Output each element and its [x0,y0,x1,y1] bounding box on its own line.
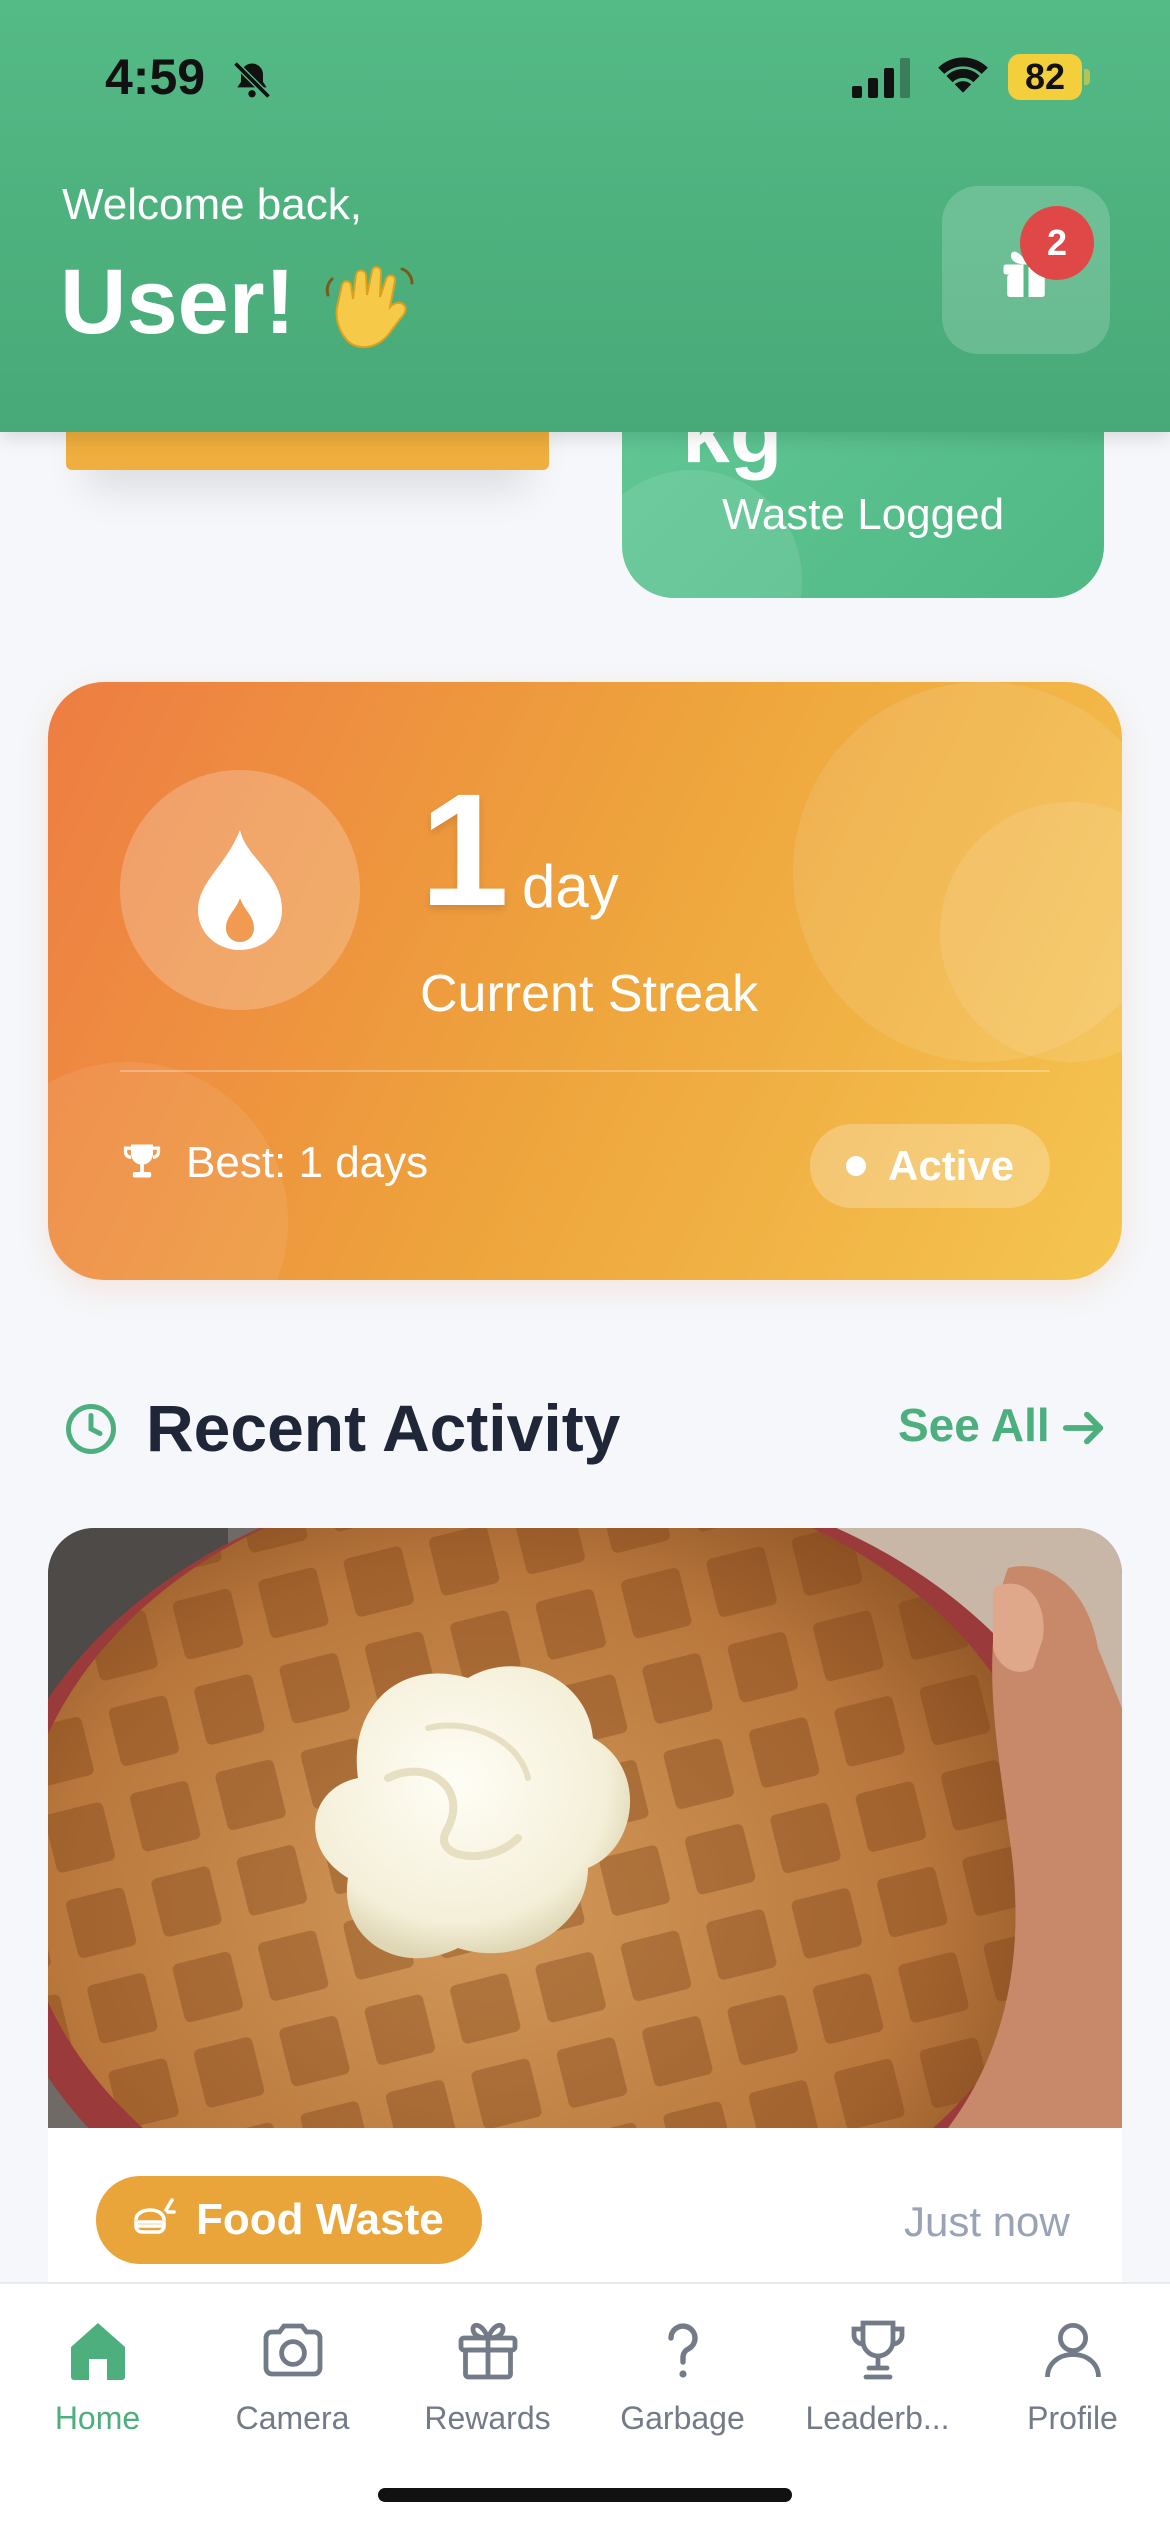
activity-photo[interactable] [48,1528,1122,2128]
trophy-icon [123,1144,161,1178]
clock-icon [66,1404,116,1454]
gift-icon [458,2322,517,2380]
status-dot [846,1156,866,1176]
bell-off-icon [233,61,271,99]
person-icon [1044,2323,1101,2378]
home-indicator[interactable] [378,2488,792,2502]
wifi-icon [938,57,988,93]
camera-icon [263,2323,322,2377]
tab-profile[interactable]: Profile [975,2304,1170,2454]
flame-badge [120,770,360,1010]
rewards-gift-button[interactable] [942,186,1110,354]
best-streak-text: Best: 1 days [186,1138,429,1187]
header: 4:59 82 Welcome back, User! 2 [0,0,1170,432]
cellular-signal-icon [852,58,910,98]
tab-camera[interactable]: Camera [195,2304,390,2454]
streak-unit: day [522,853,619,920]
trophy-icon [851,2320,904,2380]
battery-nub [1084,69,1090,85]
flame-icon [198,830,282,950]
see-all-link[interactable]: See All [898,1398,1050,1452]
activity-timestamp: Just now [904,2198,1070,2245]
home-screen: kg Waste Logged 4:59 82 Welcome back, Us… [0,0,1170,2532]
recent-activity-heading: Recent Activity [146,1391,621,1465]
username-heading: User! [60,251,296,353]
category-label: Food Waste [196,2195,444,2244]
question-icon [667,2323,698,2378]
tab-leaderboard[interactable]: Leaderb... [780,2304,975,2454]
activity-card[interactable]: Food Waste Just now [48,1528,1122,2288]
status-bar: 4:59 82 [0,0,1170,150]
streak-card[interactable]: 1 day Current Streak Best: 1 days Active [48,682,1122,1280]
food-icon [134,2198,176,2234]
tab-garbage[interactable]: Garbage [585,2304,780,2454]
tab-label: Camera [235,2400,350,2436]
divider [120,1070,1050,1072]
tab-label: Profile [1027,2400,1118,2436]
battery-indicator: 82 [1008,54,1090,100]
waving-hand-icon [325,266,414,349]
gift-notification-badge: 2 [1020,206,1094,280]
battery-level: 82 [1008,54,1082,100]
tab-label: Garbage [620,2400,745,2436]
waste-label: Waste Logged [721,490,1005,539]
arrow-right-icon[interactable] [1062,1408,1108,1448]
streak-label: Current Streak [420,965,759,1023]
tab-label: Leaderb... [805,2400,950,2436]
status-time: 4:59 [105,49,206,105]
streak-status-pill: Active [810,1124,1050,1208]
home-icon [70,2323,125,2380]
category-badge: Food Waste [96,2176,482,2264]
tab-label: Rewards [424,2400,551,2436]
tab-rewards[interactable]: Rewards [390,2304,585,2454]
tab-home[interactable]: Home [0,2304,195,2454]
streak-status-text: Active [888,1142,1015,1189]
tab-label: Home [54,2400,141,2436]
welcome-text: Welcome back, [62,180,362,229]
streak-value: 1 [420,760,509,939]
